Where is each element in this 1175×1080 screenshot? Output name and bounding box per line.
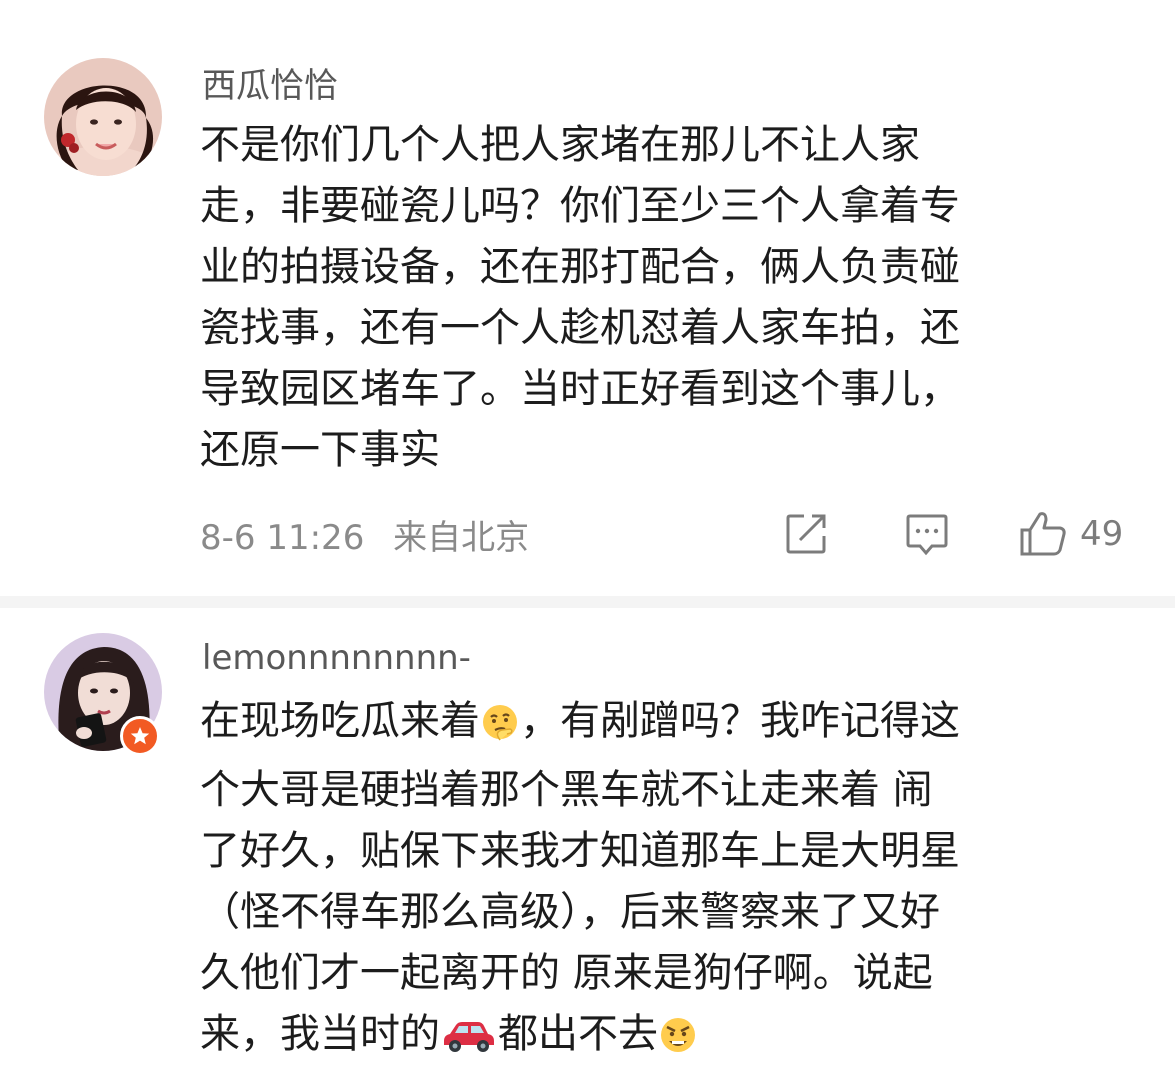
comment-line: 个大哥是硬挡着那个黑车就不让走来着 闹 (200, 767, 933, 813)
comment-text-segment: ，有剐蹭吗？我咋记得这 (520, 698, 960, 744)
username[interactable]: 西瓜恰恰 (202, 58, 338, 107)
comment-text: 不是你们几个人把人家堵在那儿不让人家 走，非要碰瓷儿吗？你们至少三个人拿着专 业… (200, 115, 1110, 481)
comment-card: lemonnnnnnnn- 在现场吃瓜来着 ，有剐蹭吗？我咋记得这 个大哥是硬挡着… (0, 608, 1175, 1080)
like-count: 49 (1080, 514, 1124, 554)
red-car-emoji (440, 1012, 498, 1073)
comment-line: （怪不得车那么高级），后来警察来了又好 (200, 889, 940, 935)
comment-line: 不是你们几个人把人家堵在那儿不让人家 (200, 122, 920, 168)
comment-divider (0, 596, 1175, 608)
like-button[interactable]: 49 (1018, 512, 1123, 556)
comment-line: 瓷找事，还有一个人趁机怼着人家车拍，还 (200, 305, 960, 351)
thinking-face-emoji (480, 699, 520, 760)
comment-text-segment: 在现场吃瓜来着 (200, 698, 480, 744)
share-icon (786, 514, 826, 554)
username[interactable]: lemonnnnnnnn- (202, 638, 471, 678)
comment-text-segment: 都出不去 (498, 1011, 658, 1057)
comment-timestamp: 8-6 11:26 (200, 518, 365, 558)
comment-card: 西瓜恰恰 不是你们几个人把人家堵在那儿不让人家 走，非要碰瓷儿吗？你们至少三个人… (0, 0, 1175, 596)
angry-face-emoji (658, 1012, 698, 1073)
comment-line: 走，非要碰瓷儿吗？你们至少三个人拿着专 (200, 183, 960, 229)
like-icon (1020, 512, 1066, 556)
comment-text: 在现场吃瓜来着 ，有剐蹭吗？我咋记得这 个大哥是硬挡着那个黑车就不让走来着 闹 了… (200, 691, 1110, 1073)
comment-line: 导致园区堵车了。当时正好看到这个事儿， (200, 366, 960, 412)
share-button[interactable] (784, 512, 828, 556)
user-avatar[interactable] (44, 58, 162, 176)
comment-line: 久他们才一起离开的 原来是狗仔啊。说起 (200, 950, 933, 996)
verified-badge-icon (120, 716, 160, 756)
comment-text-segment: 来，我当时的 (200, 1011, 440, 1057)
comment-line: 在现场吃瓜来着 ，有剐蹭吗？我咋记得这 (200, 698, 960, 744)
comment-line: 还原一下事实 (200, 427, 440, 473)
comment-meta: 8-6 11:26 来自北京 (200, 510, 529, 559)
reply-button[interactable] (904, 512, 950, 556)
reply-icon (906, 514, 948, 556)
comment-location: 来自北京 (393, 518, 530, 558)
comment-line: 了好久，贴保下来我才知道那车上是大明星 (200, 828, 960, 874)
comment-line: 来，我当时的 都出不去 (200, 1011, 698, 1057)
comment-line: 业的拍摄设备，还在那打配合，俩人负责碰 (200, 244, 960, 290)
